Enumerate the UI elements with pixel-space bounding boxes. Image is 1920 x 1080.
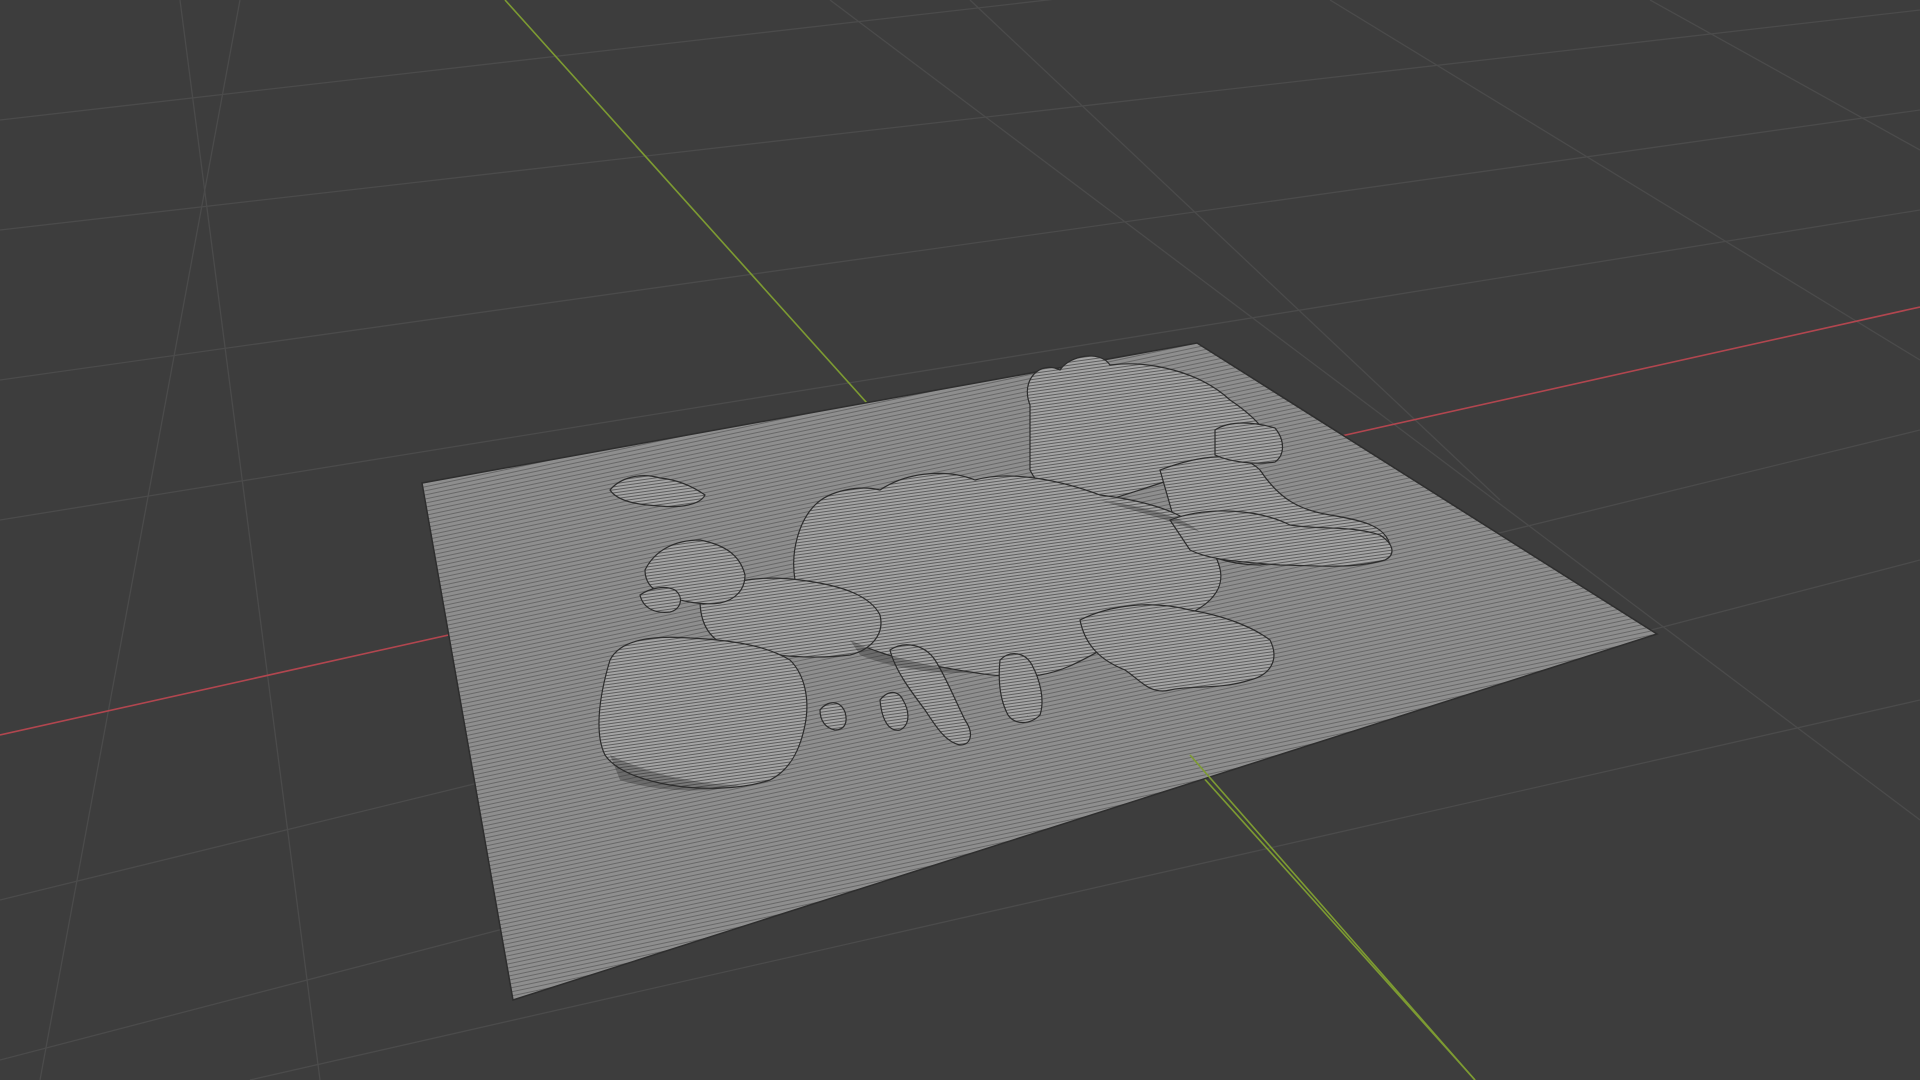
grid-line: [39, 0, 241, 1080]
3d-viewport[interactable]: [0, 0, 1920, 1080]
scene-canvas[interactable]: [0, 0, 1920, 1080]
y-axis-line-front: [1189, 754, 1476, 1080]
grid-line: [0, 109, 1920, 381]
grid-line: [1649, 0, 1920, 151]
grid-line: [0, 9, 1920, 231]
grid-line: [0, 0, 1053, 121]
terrain-object[interactable]: [421, 342, 1659, 1001]
grid-line: [179, 0, 321, 1080]
